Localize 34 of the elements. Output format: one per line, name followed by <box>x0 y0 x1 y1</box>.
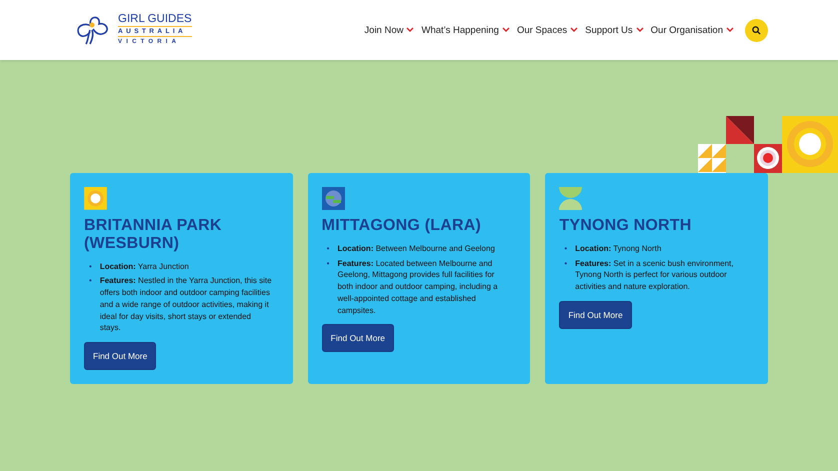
find-out-more-button[interactable]: Find Out More <box>559 300 632 329</box>
chevron-down-icon <box>502 27 510 33</box>
chevron-down-icon <box>570 27 578 33</box>
search-button[interactable] <box>745 18 768 42</box>
detail-item: Location: Tynong North <box>575 243 662 255</box>
search-icon <box>752 26 761 34</box>
chevron-down-icon <box>406 27 414 33</box>
globe-icon <box>322 187 345 210</box>
bullet: • <box>89 260 92 272</box>
detail-item: Features: Located between Melbourne and Geelong, Mittagong provides full facilities for both indoor and outdoor camping, including a well-appointed cottage and established campsites. <box>337 258 499 316</box>
chevron-down-icon <box>726 27 734 33</box>
detail-item: Location: Between Melbourne and Geelong <box>337 243 496 255</box>
nav-link[interactable]: Support Us <box>585 24 644 36</box>
bullet: • <box>564 258 568 270</box>
bullet: • <box>326 243 330 255</box>
bullet: • <box>89 275 92 288</box>
nav-link[interactable]: Our Spaces <box>516 24 578 36</box>
detail-item: Features: Nestled in the Yarra Junction, this site offers both indoor and outdoor camping facilities and a wide range of outdoor activities, making it ideal for day visits, short stays or extended stays. <box>100 275 272 334</box>
nav-link[interactable]: Join Now <box>364 24 414 36</box>
leaf-icon <box>559 187 582 210</box>
chevron-down-icon <box>636 27 644 33</box>
bullet: • <box>326 258 330 270</box>
nav-link[interactable]: What’s Happening <box>421 24 510 36</box>
detail-item: Features: Set in a scenic bush environment, Tynong North is perfect for various outdoor activities and nature exploration. <box>575 258 734 293</box>
sun-icon <box>84 187 107 210</box>
find-out-more-button[interactable]: Find Out More <box>84 342 156 370</box>
card-title: MITTAGONG (LARA) <box>322 217 481 235</box>
card-title: TYNONG NORTH <box>559 217 692 235</box>
card-title: BRITANNIA PARK (WESBURN) <box>84 216 223 253</box>
nav-link[interactable]: Our Organisation <box>650 24 734 36</box>
detail-item: Location: Yarra Junction <box>100 260 190 272</box>
bullet: • <box>564 243 568 255</box>
find-out-more-button[interactable]: Find Out More <box>322 324 394 352</box>
logo-title: GIRL GUIDES <box>118 13 192 27</box>
